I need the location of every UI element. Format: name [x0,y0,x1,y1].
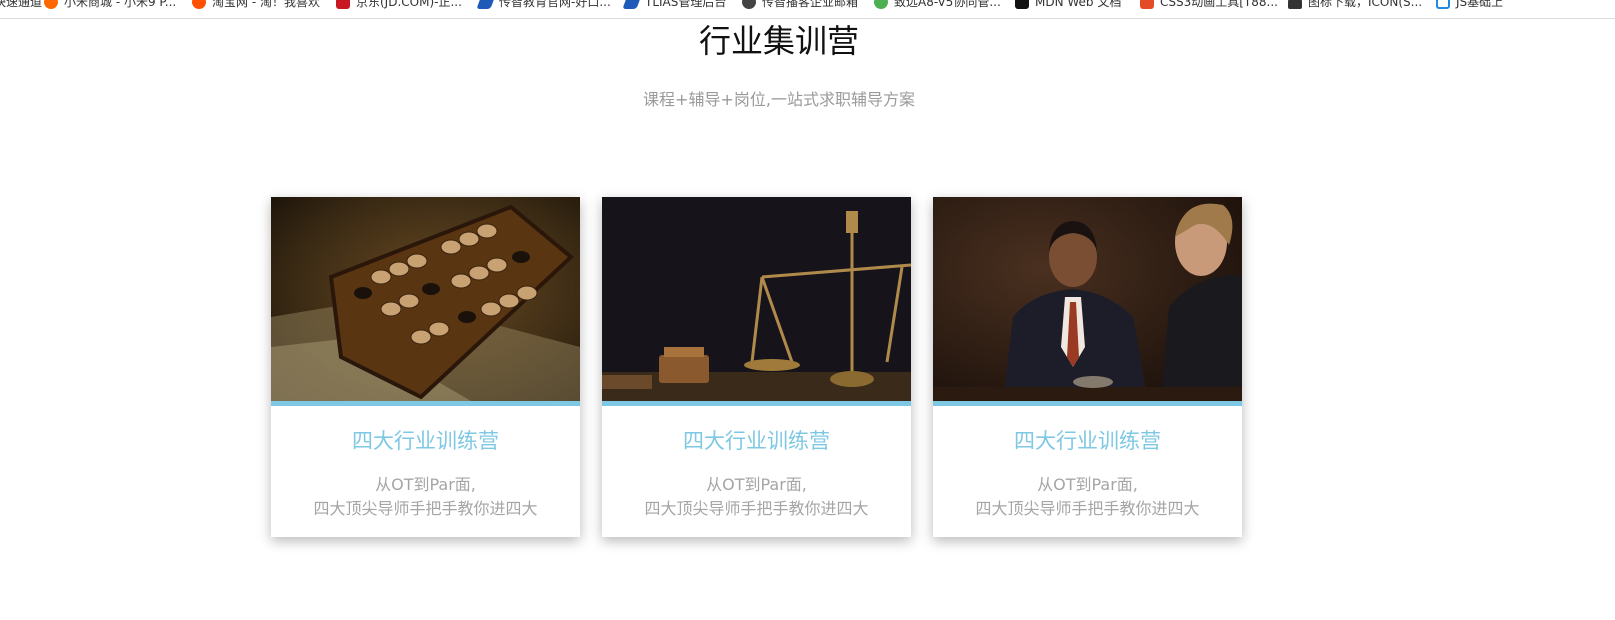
course-card[interactable]: 四大行业训练营 从OT到Par面, 四大顶尖导师手把手教你进四大 [271,197,580,537]
abacus-image[interactable] [271,197,580,401]
card-description: 从OT到Par面, 四大顶尖导师手把手教你进四大 [933,473,1242,521]
iconfont-icon [1288,0,1302,9]
bookmark-label: JS基础上 [1456,0,1504,9]
bookmarks-bar: 快速通道 小米商城 - 小米9 P... 淘宝网 - 淘！我喜欢 京东(JD.C… [0,0,1615,19]
bookmark-item[interactable]: JS基础上 [1436,0,1503,12]
bookmark-item[interactable]: 京东(JD.COM)-正... [336,0,462,12]
accent-bar [602,401,911,406]
accent-bar [933,401,1242,406]
itcast-icon [476,0,496,9]
course-card[interactable]: 四大行业训练营 从OT到Par面, 四大顶尖导师手把手教你进四大 [602,197,911,537]
card-title[interactable]: 四大行业训练营 [271,426,580,456]
bookmark-item[interactable]: 图标下载，ICON(S... [1288,0,1422,12]
bookmark-item[interactable]: 淘宝网 - 淘！我喜欢 [192,0,320,12]
bookmark-label: MDN Web 文档 [1035,0,1122,9]
bookmark-item[interactable]: 小米商城 - 小米9 P... [44,0,176,12]
bookmark-label: 京东(JD.COM)-正... [356,0,462,9]
card-desc-line: 四大顶尖导师手把手教你进四大 [313,499,538,518]
bookmark-item[interactable]: 致远A8-V5协同管... [874,0,1001,12]
card-title[interactable]: 四大行业训练营 [602,426,911,456]
bookmark-label: CSS3动画工具[T88... [1160,0,1278,9]
mi-icon [44,0,58,9]
mail-icon [742,0,756,9]
bookmark-item[interactable]: MDN Web 文档 [1015,0,1121,12]
jd-icon [336,0,350,9]
seeyon-icon [874,0,888,9]
js-icon [1436,0,1450,9]
card-desc-line: 从OT到Par面, [375,475,476,494]
bookmark-label: 致远A8-V5协同管... [894,0,1001,9]
card-description: 从OT到Par面, 四大顶尖导师手把手教你进四大 [271,473,580,521]
meeting-image[interactable] [933,197,1242,401]
section-title: 行业集训营 [698,22,859,60]
bookmark-label: 淘宝网 - 淘！我喜欢 [212,0,320,9]
bookmark-label: 图标下载，ICON(S... [1308,0,1423,9]
bookmark-label: 快速通道 [0,0,43,9]
bookmark-item[interactable]: CSS3动画工具[T88... [1140,0,1278,12]
card-desc-line: 四大顶尖导师手把手教你进四大 [644,499,869,518]
css3-icon [1140,0,1154,9]
accent-bar [271,401,580,406]
card-desc-line: 从OT到Par面, [1037,475,1138,494]
card-title[interactable]: 四大行业训练营 [933,426,1242,456]
bookmark-item[interactable]: 快速通道 [0,0,42,12]
taobao-icon [192,0,206,9]
bookmark-item[interactable]: 传智教育官网-好口... [476,0,611,12]
card-desc-line: 四大顶尖导师手把手教你进四大 [975,499,1200,518]
bookmark-label: 小米商城 - 小米9 P... [64,0,177,9]
course-card[interactable]: 四大行业训练营 从OT到Par面, 四大顶尖导师手把手教你进四大 [933,197,1242,537]
bookmark-item[interactable]: 传智播客企业邮箱 [742,0,858,12]
bookmark-label: 传智播客企业邮箱 [762,0,859,9]
tlias-icon [622,0,642,9]
bookmark-label: TLIAS管理后台 [645,0,727,9]
scale-image[interactable] [602,197,911,401]
mdn-icon [1015,0,1029,9]
card-description: 从OT到Par面, 四大顶尖导师手把手教你进四大 [602,473,911,521]
card-desc-line: 从OT到Par面, [706,475,807,494]
bookmark-label: 传智教育官网-好口... [499,0,611,9]
bookmark-item[interactable]: TLIAS管理后台 [622,0,727,12]
section-subtitle: 课程+辅导+岗位,一站式求职辅导方案 [643,90,915,109]
